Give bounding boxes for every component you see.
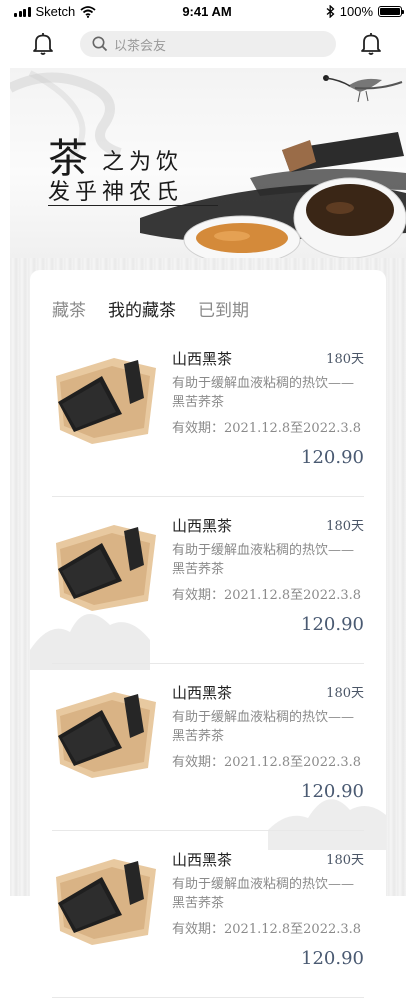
search-placeholder: 以茶会友 [114,37,167,53]
banner-line1: 之为饮 [102,150,184,175]
item-days: 180天 [326,519,364,534]
item-name: 山西黑茶 [172,517,233,535]
item-price: 120.90 [301,447,364,468]
item-name: 山西黑茶 [172,851,233,869]
tea-brick-image [56,692,156,778]
list-item[interactable]: 山西黑茶 180天 有助于缓解血液粘稠的热饮——黑苦荞茶 有效期：2021.12… [52,497,364,664]
list-item[interactable]: 山西黑茶 180天 有助于缓解血液粘稠的热饮——黑苦荞茶 有效期：2021.12… [52,831,364,998]
item-name: 山西黑茶 [172,684,233,702]
list-item[interactable]: 山西黑茶 180天 有助于缓解血液粘稠的热饮——黑苦荞茶 有效期：2021.12… [52,664,364,831]
item-name: 山西黑茶 [172,350,233,368]
top-nav: 以茶会友 [0,22,414,66]
search-icon [92,36,108,52]
crane-icon [323,75,403,103]
search-input[interactable]: 以茶会友 [80,31,336,57]
item-desc: 有助于缓解血液粘稠的热饮——黑苦荞茶 [172,877,355,911]
tea-brick-image [56,358,156,444]
item-expiry: 有效期：2021.12.8至2022.3.8 [172,922,362,937]
bluetooth-icon [326,5,335,18]
item-days: 180天 [326,686,364,701]
battery-icon [378,6,404,17]
tab-cang-cha[interactable]: 藏茶 [52,296,86,321]
item-desc: 有助于缓解血液粘稠的热饮——黑苦荞茶 [172,376,355,410]
battery-percent: 100% [339,4,373,19]
item-price: 120.90 [301,614,364,635]
tea-brick-image [56,525,156,611]
banner-divider [48,205,218,206]
tab-bar: 藏茶 我的藏茶 已到期 [52,296,249,321]
tea-brick-image [56,859,156,945]
item-price: 120.90 [301,948,364,969]
bell-icon [361,33,381,55]
bell-icon [33,33,53,55]
item-expiry: 有效期：2021.12.8至2022.3.8 [172,755,362,770]
notification-left-button[interactable] [30,30,56,58]
item-desc: 有助于缓解血液粘稠的热饮——黑苦荞茶 [172,710,355,744]
tea-list: 山西黑茶 180天 有助于缓解血液粘稠的热饮——黑苦荞茶 有效期：2021.12… [52,330,364,998]
item-days: 180天 [326,352,364,367]
item-price: 120.90 [301,781,364,802]
list-item[interactable]: 山西黑茶 180天 有助于缓解血液粘稠的热饮——黑苦荞茶 有效期：2021.12… [52,330,364,497]
hero-banner[interactable]: 茶 之为饮 发乎神农氏 [10,68,406,258]
status-bar: Sketch 9:41 AM 100% [0,0,414,22]
status-right: 100% [326,4,404,19]
item-expiry: 有效期：2021.12.8至2022.3.8 [172,588,362,603]
item-desc: 有助于缓解血液粘稠的热饮——黑苦荞茶 [172,543,355,577]
tab-expired[interactable]: 已到期 [198,296,249,321]
tab-my-collection[interactable]: 我的藏茶 [108,296,176,321]
item-days: 180天 [326,853,364,868]
banner-line2: 发乎神农氏 [48,180,184,205]
notification-right-button[interactable] [358,30,384,58]
item-expiry: 有效期：2021.12.8至2022.3.8 [172,421,362,436]
